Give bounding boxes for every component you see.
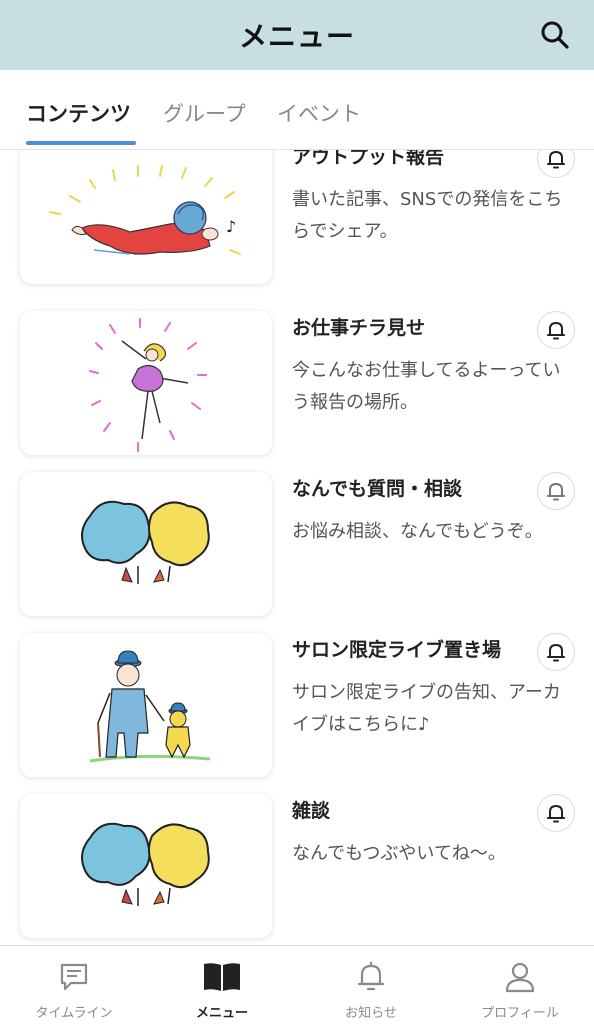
item-thumbnail[interactable] [20,794,272,938]
list-item[interactable]: お仕事チラ見せ 今こんなお仕事してるよーっていう報告の場所。 [0,311,594,455]
item-thumbnail[interactable] [20,311,272,455]
tab-groups[interactable]: グループ [163,98,246,128]
list-item[interactable]: 雑談 なんでもつぶやいてね〜。 [0,794,594,938]
notify-bell-button[interactable] [537,311,575,349]
item-title: お仕事チラ見せ [292,317,426,339]
notify-bell-button[interactable] [537,633,575,671]
nav-label: メニュー [195,1006,248,1021]
book-icon [204,963,240,991]
active-tab-indicator [26,141,136,145]
item-description: お悩み相談、なんでもどうぞ。 [292,521,543,542]
man-and-child-illustration [89,650,211,763]
item-description: 書いた記事、SNSでの発信をこちらでシェア。 [292,189,563,242]
item-thumbnail[interactable] [20,633,272,777]
item-description: サロン限定ライブの告知、アーカイブはこちらに♪ [292,682,561,735]
app-screen: メニュー コンテンツ グループ イベント ♪ アウトプット報告 書いた記事、SN… [0,0,594,1024]
swimming-person-illustration: ♪ [49,165,241,255]
item-description: なんでもつぶやいてね〜。 [292,843,506,864]
item-title: なんでも質問・相談 [292,478,463,500]
notify-bell-button[interactable] [537,794,575,832]
item-description: 今こんなお仕事してるよーっていう報告の場所。 [292,360,561,413]
notify-bell-button[interactable] [537,150,575,178]
nav-timeline[interactable]: タイムライン [0,946,148,1024]
dancer-illustration [89,318,207,452]
bell-icon [547,805,565,823]
list-item[interactable]: なんでも質問・相談 お悩み相談、なんでもどうぞ。 [0,472,594,616]
nav-label: プロフィール [481,1006,559,1021]
nav-menu[interactable]: メニュー [148,946,296,1024]
bell-icon [547,483,565,501]
nav-profile[interactable]: プロフィール [446,946,594,1024]
search-icon [541,21,569,49]
bottom-navigation: タイムライン メニュー お知らせ プロフィール [0,945,594,1024]
svg-text:♪: ♪ [226,217,236,236]
speech-bubbles-illustration [81,500,210,584]
notify-bell-button[interactable] [537,472,575,510]
tab-events[interactable]: イベント [277,98,361,128]
bell-icon [357,962,385,991]
list-item[interactable]: ♪ アウトプット報告 書いた記事、SNSでの発信をこちらでシェア。 [0,150,594,284]
item-thumbnail[interactable] [20,472,272,616]
item-title: 雑談 [292,800,331,822]
bell-icon [547,322,565,340]
tab-contents[interactable]: コンテンツ [26,98,131,128]
content-list: ♪ アウトプット報告 書いた記事、SNSでの発信をこちらでシェア。 お仕事チラ見… [0,150,594,945]
tab-bar: コンテンツ グループ イベント [0,70,594,150]
item-thumbnail[interactable]: ♪ [20,150,272,284]
nav-notifications[interactable]: お知らせ [297,946,445,1024]
page-title: メニュー [238,20,355,53]
speech-bubbles-illustration [81,822,210,906]
nav-label: タイムライン [35,1006,113,1021]
list-item[interactable]: サロン限定ライブ置き場 サロン限定ライブの告知、アーカイブはこちらに♪ [0,633,594,777]
bell-icon [547,151,565,169]
app-header: メニュー [0,0,594,70]
chat-icon [60,963,88,991]
item-title: サロン限定ライブ置き場 [292,639,502,661]
nav-label: お知らせ [345,1006,397,1021]
search-button[interactable] [538,18,572,52]
bell-icon [547,644,565,662]
person-icon [505,962,535,993]
item-title: アウトプット報告 [292,150,445,168]
